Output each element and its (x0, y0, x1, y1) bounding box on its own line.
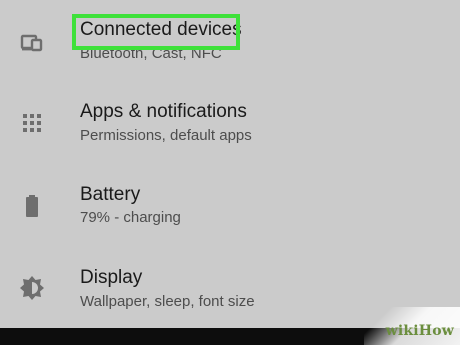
setting-display[interactable]: Display Wallpaper, sleep, font size (0, 246, 460, 328)
setting-apps-notifications[interactable]: Apps & notifications Permissions, defaul… (0, 82, 460, 164)
apps-grid-icon (18, 108, 46, 136)
connected-devices-icon (18, 28, 46, 56)
bottom-bar (0, 328, 460, 345)
setting-subtitle: Bluetooth, Cast, NFC (80, 45, 222, 62)
brightness-icon (18, 274, 46, 302)
setting-battery[interactable]: Battery 79% - charging (0, 164, 460, 246)
setting-title: Battery (80, 184, 141, 205)
setting-connected-devices[interactable]: Connected devices Bluetooth, Cast, NFC (0, 0, 460, 82)
setting-subtitle: Wallpaper, sleep, font size (80, 293, 255, 310)
setting-title: Display (80, 267, 143, 288)
setting-subtitle: 79% - charging (80, 209, 181, 226)
battery-icon (18, 192, 46, 220)
settings-list: Connected devices Bluetooth, Cast, NFC A… (0, 0, 460, 328)
setting-title: Apps & notifications (80, 101, 247, 122)
setting-title: Connected devices (80, 19, 242, 40)
setting-subtitle: Permissions, default apps (80, 127, 252, 144)
